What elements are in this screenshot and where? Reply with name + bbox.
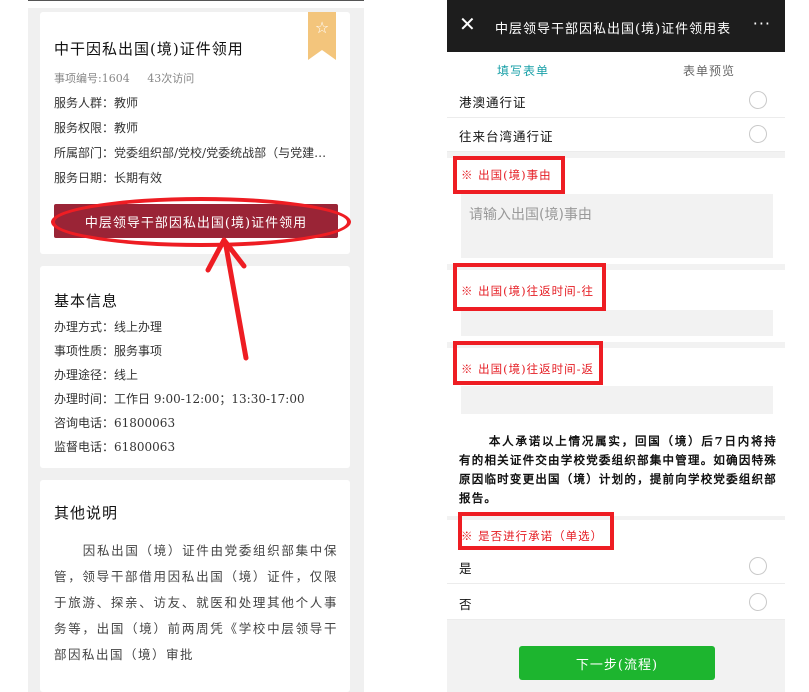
other-notes-text: 因私出国（境）证件由党委组织部集中保管，领导干部借用因私出国（境）证件，仅限于旅… [54,543,338,662]
service-audience: 服务人群：教师 [54,96,139,110]
info-row: 咨询电话：61800063 [54,416,176,430]
radio-button[interactable] [749,91,767,109]
top-divider [28,0,364,8]
service-title: 中干因私出国(境)证件领用 [54,40,244,58]
other-notes-title: 其他说明 [54,504,119,522]
radio-button[interactable] [749,125,767,143]
service-department: 所属部门：党委组织部/党校/党委统战部（与党建… [54,146,327,160]
service-date: 服务日期：长期有效 [54,171,163,185]
depart-time-section: ※ 出国(境)往返时间-往 [447,270,785,342]
left-phone-screen: ☆ 中干因私出国(境)证件领用 事项编号:1604 43次访问 服务人群：教师 … [28,0,364,692]
depart-time-input[interactable] [461,310,773,336]
next-step-button[interactable]: 下一步(流程) [519,646,715,680]
visit-count: 43次访问 [147,72,195,85]
commit-section: ※ 是否进行承诺（单选） [447,520,785,550]
form-title: 中层领导干部因私出国(境)证件领用表 [495,22,732,37]
option-label: 往来台湾通行证 [459,129,554,144]
reason-section: ※ 出国(境)事由 请输入出国(境)事由 [447,158,785,264]
option-taiwan-pass[interactable]: 往来台湾通行证 [447,118,785,152]
return-time-label: ※ 出国(境)往返时间-返 [461,362,595,376]
option-label: 是 [459,561,473,576]
info-row: 事项性质：服务事项 [54,344,163,358]
tab-preview-form[interactable]: 表单预览 [683,62,735,79]
option-label: 港澳通行证 [459,95,527,110]
info-row: 办理方式：线上办理 [54,320,163,334]
basic-info-card: 基本信息 办理方式：线上办理 事项性质：服务事项 办理途径：线上 办理时间：工作… [40,266,350,468]
favorite-bookmark[interactable]: ☆ [308,12,336,60]
option-yes[interactable]: 是 [447,550,785,584]
info-row: 办理时间：工作日 9:00-12:00；13:30-17:00 [54,392,305,406]
option-hk-macau-pass[interactable]: 港澳通行证 [447,84,785,118]
form-tabs: 填写表单 表单预览 [447,52,785,88]
return-time-section: ※ 出国(境)往返时间-返 [447,348,785,422]
item-number: 事项编号:1604 [54,72,130,85]
service-permission: 服务权限：教师 [54,121,139,135]
other-notes-card: 其他说明 因私出国（境）证件由党委组织部集中保管，领导干部借用因私出国（境）证件… [40,480,350,692]
more-icon[interactable]: ··· [753,14,771,33]
depart-time-label: ※ 出国(境)往返时间-往 [461,284,595,298]
close-icon[interactable]: ✕ [459,12,476,36]
star-outline-icon[interactable]: ☆ [308,18,336,37]
info-row: 监督电话：61800063 [54,440,176,454]
reason-input[interactable]: 请输入出国(境)事由 [461,194,773,258]
info-row: 办理途径：线上 [54,368,139,382]
reason-label: ※ 出国(境)事由 [461,168,552,182]
tab-fill-form[interactable]: 填写表单 [497,62,549,79]
title-bar: ✕ 中层领导干部因私出国(境)证件领用表 ··· [447,0,785,52]
return-time-input[interactable] [461,386,773,414]
radio-button[interactable] [749,557,767,575]
right-phone-screen: ✕ 中层领导干部因私出国(境)证件领用表 ··· 填写表单 表单预览 港澳通行证… [447,0,785,692]
radio-button[interactable] [749,593,767,611]
option-label: 否 [459,597,473,612]
option-no[interactable]: 否 [447,584,785,620]
commit-label: ※ 是否进行承诺（单选） [461,529,604,543]
basic-info-title: 基本信息 [54,292,119,310]
commitment-statement: 本人承诺以上情况属实，回国（境）后7日内将持有的相关证件交由学校党委组织部集中管… [459,434,777,505]
apply-button[interactable]: 中层领导干部因私出国(境)证件领用 [54,204,338,238]
service-meta: 事项编号:1604 43次访问 [54,70,208,86]
